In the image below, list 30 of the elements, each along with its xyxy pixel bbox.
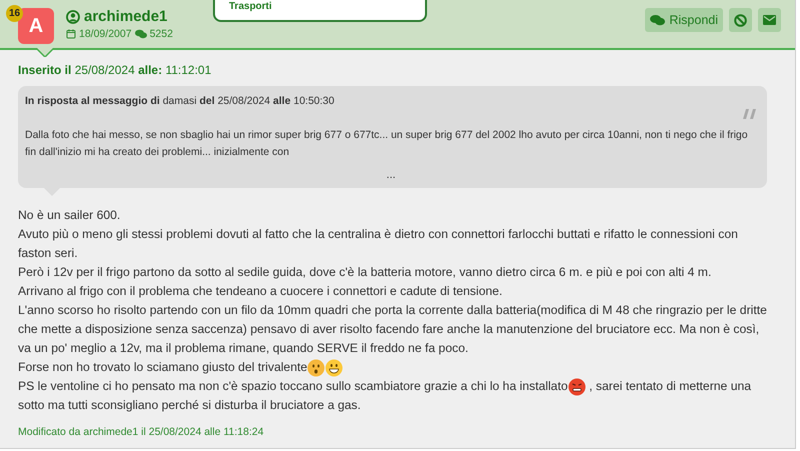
- block-button[interactable]: [729, 8, 752, 32]
- post-paragraph: No è un sailer 600.: [18, 207, 122, 224]
- angry-emoji-icon: [568, 378, 586, 396]
- post-paragraph: L'anno scorso ho risolto partendo con un filo da 10mm quadri che porta la corrente dalla batteria(modifica di M 48 che ringrazio per le dritte che mette a disposizione senza saccenza) pensavo di aver risolto facendo fare anche la manutenzione del bruciatore ecc. Ma non è così, va un po' meglio a 12v, ma il problema rimane, quando SERVE il freddo ne fa poco.: [18, 302, 768, 357]
- join-date: 18/09/2007: [79, 28, 132, 40]
- post-paragraph: PS le ventoline ci ho pensato ma non c'è spazio toccano sullo scambiatore grazie a chi lo ha installato , sarei tentato di metterne una sotto ma tutti sconsigliano perché si disturba il bruciatore a gas.: [18, 377, 752, 414]
- message-button[interactable]: [758, 8, 781, 32]
- quote-mark-icon: [743, 109, 757, 119]
- calendar-icon: [66, 29, 76, 39]
- popup-text: Trasporti: [229, 1, 273, 12]
- message-count: 5252: [150, 28, 173, 40]
- expand-link[interactable]: ...: [25, 169, 757, 181]
- edit-note: Modificato da archimede1 il 25/08/2024 alle 11:18:24: [17, 425, 265, 438]
- surprised-emoji-icon: [307, 358, 326, 377]
- post-paragraph: Forse non ho trovato lo sciamano giusto del trivalente: [18, 358, 769, 377]
- user-icon: [66, 10, 80, 24]
- chat-bubbles-icon: [650, 14, 666, 26]
- post-paragraph: Però i 12v per il frigo partono da sotto al sedile guida, dove c'è la batteria motore, vanno dietro circa 6 m. e più e poi con alti 4 m.: [18, 264, 712, 281]
- quote-text: Dalla foto che hai messo, se non sbaglio hai un rimor super brig 677 o 677tc... un super brig 677 del 2002 lho avuto per circa 10anni, non ti nego che il frigo fin dall'inizio mi ha creato dei problemi... inizialmente con: [25, 128, 749, 160]
- post-paragraph: Avuto più o meno gli stessi problemi dovuti al fatto che la centralina è dietro con connettori farlocchi buttati e rifatto le connessioni con faston seri.: [18, 226, 739, 262]
- chat-bubbles-icon: [134, 29, 147, 39]
- envelope-icon: [763, 15, 776, 25]
- grinning-emoji-icon: [325, 358, 344, 377]
- quote-header: In risposta al messaggio di damasi del 25/08/2024 alle 10:50:30: [25, 95, 336, 107]
- username[interactable]: archimede1: [84, 8, 168, 25]
- reply-button[interactable]: Rispondi: [645, 8, 723, 32]
- post-count-badge: 16: [6, 5, 23, 22]
- block-icon: [734, 14, 747, 26]
- post-date: Inserito il 25/08/2024 alle: 11:12:01: [18, 63, 212, 77]
- post-paragraph: Arrivano al frigo con il problema che tendeano a cuocere i connettori e cadute di tensione.: [18, 283, 504, 300]
